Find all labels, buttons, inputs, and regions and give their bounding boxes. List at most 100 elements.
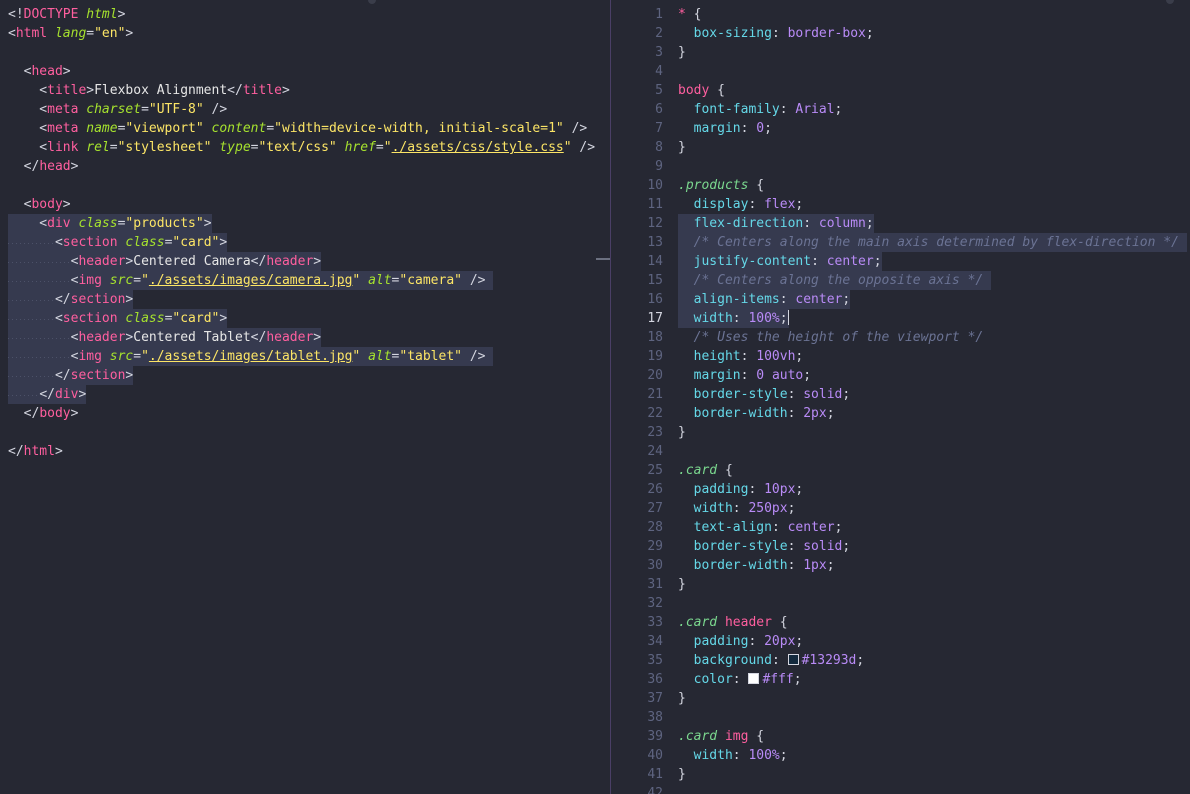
code-line[interactable]: 32: [611, 594, 1190, 613]
code-line[interactable]: 10 .products {: [611, 176, 1190, 195]
code-line[interactable]: 19 height: 100vh;: [611, 347, 1190, 366]
line-number[interactable]: 8: [611, 138, 663, 157]
code-line[interactable]: 12 flex-direction: column;: [611, 214, 1190, 233]
line-number[interactable]: 27: [611, 499, 663, 518]
code-line[interactable]: 1 * {: [611, 5, 1190, 24]
html-editor-pane[interactable]: <!DOCTYPE html> <html lang="en"> <head> <…: [0, 0, 610, 794]
code-line[interactable]: </body>: [0, 404, 610, 423]
code-line[interactable]: <section class="card">: [0, 309, 610, 328]
code-line[interactable]: 3}: [611, 43, 1190, 62]
line-number[interactable]: 33: [611, 613, 663, 632]
line-number[interactable]: 21: [611, 385, 663, 404]
code-line[interactable]: 39 .card img {: [611, 727, 1190, 746]
code-line[interactable]: 5 body {: [611, 81, 1190, 100]
code-line[interactable]: </section>: [0, 366, 610, 385]
color-swatch-icon[interactable]: [748, 673, 760, 684]
code-line[interactable]: <img src="./assets/images/tablet.jpg" al…: [0, 347, 610, 366]
code-line[interactable]: 18 /* Uses the height of the viewport */: [611, 328, 1190, 347]
code-line[interactable]: 41}: [611, 765, 1190, 784]
code-line[interactable]: 21 border-style: solid;: [611, 385, 1190, 404]
line-number[interactable]: 13: [611, 233, 663, 252]
code-line[interactable]: [0, 43, 610, 62]
line-number[interactable]: 30: [611, 556, 663, 575]
code-line[interactable]: 17 width: 100%;: [611, 309, 1190, 328]
line-number[interactable]: 39: [611, 727, 663, 746]
line-number[interactable]: 23: [611, 423, 663, 442]
code-line[interactable]: <header>Centered Camera</header>: [0, 252, 610, 271]
code-line[interactable]: </section>: [0, 290, 610, 309]
line-number[interactable]: 29: [611, 537, 663, 556]
line-number[interactable]: 19: [611, 347, 663, 366]
code-line[interactable]: 35 background: #13293d;: [611, 651, 1190, 670]
line-number[interactable]: 12: [611, 214, 663, 233]
line-number[interactable]: 2: [611, 24, 663, 43]
code-line[interactable]: <header>Centered Tablet</header>: [0, 328, 610, 347]
scrollbar-marker[interactable]: [596, 258, 610, 260]
code-line[interactable]: 6 font-family: Arial;: [611, 100, 1190, 119]
line-number[interactable]: 3: [611, 43, 663, 62]
line-number[interactable]: 11: [611, 195, 663, 214]
code-line[interactable]: 15 /* Centers along the opposite axis */: [611, 271, 1190, 290]
code-line[interactable]: 4: [611, 62, 1190, 81]
line-number[interactable]: 31: [611, 575, 663, 594]
line-number[interactable]: 7: [611, 119, 663, 138]
css-editor-pane[interactable]: 1 * {2 box-sizing: border-box; 3} 4 5 body {6…: [611, 0, 1190, 794]
code-line[interactable]: </head>: [0, 157, 610, 176]
code-line[interactable]: 29 border-style: solid;: [611, 537, 1190, 556]
code-line[interactable]: 24: [611, 442, 1190, 461]
code-line[interactable]: 31}: [611, 575, 1190, 594]
code-line[interactable]: <meta charset="UTF-8" />: [0, 100, 610, 119]
code-line[interactable]: <img src="./assets/images/camera.jpg" al…: [0, 271, 610, 290]
line-number[interactable]: 26: [611, 480, 663, 499]
code-line[interactable]: 26 padding: 10px;: [611, 480, 1190, 499]
line-number[interactable]: 22: [611, 404, 663, 423]
code-line[interactable]: 27 width: 250px;: [611, 499, 1190, 518]
line-number[interactable]: 40: [611, 746, 663, 765]
code-line[interactable]: 37}: [611, 689, 1190, 708]
code-line[interactable]: <body>: [0, 195, 610, 214]
line-number[interactable]: 15: [611, 271, 663, 290]
line-number[interactable]: 1: [611, 5, 663, 24]
code-line[interactable]: <title>Flexbox Alignment</title>: [0, 81, 610, 100]
line-number[interactable]: 5: [611, 81, 663, 100]
code-line[interactable]: </div>: [0, 385, 610, 404]
line-number[interactable]: 35: [611, 651, 663, 670]
code-line[interactable]: 42: [611, 784, 1190, 794]
line-number[interactable]: 24: [611, 442, 663, 461]
code-line[interactable]: 25 .card {: [611, 461, 1190, 480]
line-number[interactable]: 17: [611, 309, 663, 328]
code-line[interactable]: 20 margin: 0 auto;: [611, 366, 1190, 385]
line-number[interactable]: 9: [611, 157, 663, 176]
line-number[interactable]: 6: [611, 100, 663, 119]
code-line[interactable]: <section class="card">: [0, 233, 610, 252]
code-line[interactable]: [0, 423, 610, 442]
code-line[interactable]: <div class="products">: [0, 214, 610, 233]
code-line[interactable]: 23}: [611, 423, 1190, 442]
line-number[interactable]: 10: [611, 176, 663, 195]
line-number[interactable]: 16: [611, 290, 663, 309]
code-line[interactable]: 28 text-align: center;: [611, 518, 1190, 537]
code-line[interactable]: 38: [611, 708, 1190, 727]
code-line[interactable]: <html lang="en">: [0, 24, 610, 43]
line-number[interactable]: 37: [611, 689, 663, 708]
code-line[interactable]: <!DOCTYPE html>: [0, 5, 610, 24]
code-line[interactable]: 30 border-width: 1px;: [611, 556, 1190, 575]
line-number[interactable]: 36: [611, 670, 663, 689]
code-line[interactable]: 33 .card header {: [611, 613, 1190, 632]
code-line[interactable]: <head>: [0, 62, 610, 81]
code-line[interactable]: 11 display: flex;: [611, 195, 1190, 214]
line-number[interactable]: 41: [611, 765, 663, 784]
line-number[interactable]: 18: [611, 328, 663, 347]
code-line[interactable]: 7 margin: 0;: [611, 119, 1190, 138]
line-number[interactable]: 38: [611, 708, 663, 727]
code-line[interactable]: 9: [611, 157, 1190, 176]
line-number[interactable]: 34: [611, 632, 663, 651]
color-swatch-icon[interactable]: [787, 654, 799, 665]
code-line[interactable]: </html>: [0, 442, 610, 461]
code-line[interactable]: 16 align-items: center;: [611, 290, 1190, 309]
line-number[interactable]: 4: [611, 62, 663, 81]
code-line[interactable]: 8}: [611, 138, 1190, 157]
code-line[interactable]: <link rel="stylesheet" type="text/css" h…: [0, 138, 610, 157]
line-number[interactable]: 28: [611, 518, 663, 537]
line-number[interactable]: 14: [611, 252, 663, 271]
